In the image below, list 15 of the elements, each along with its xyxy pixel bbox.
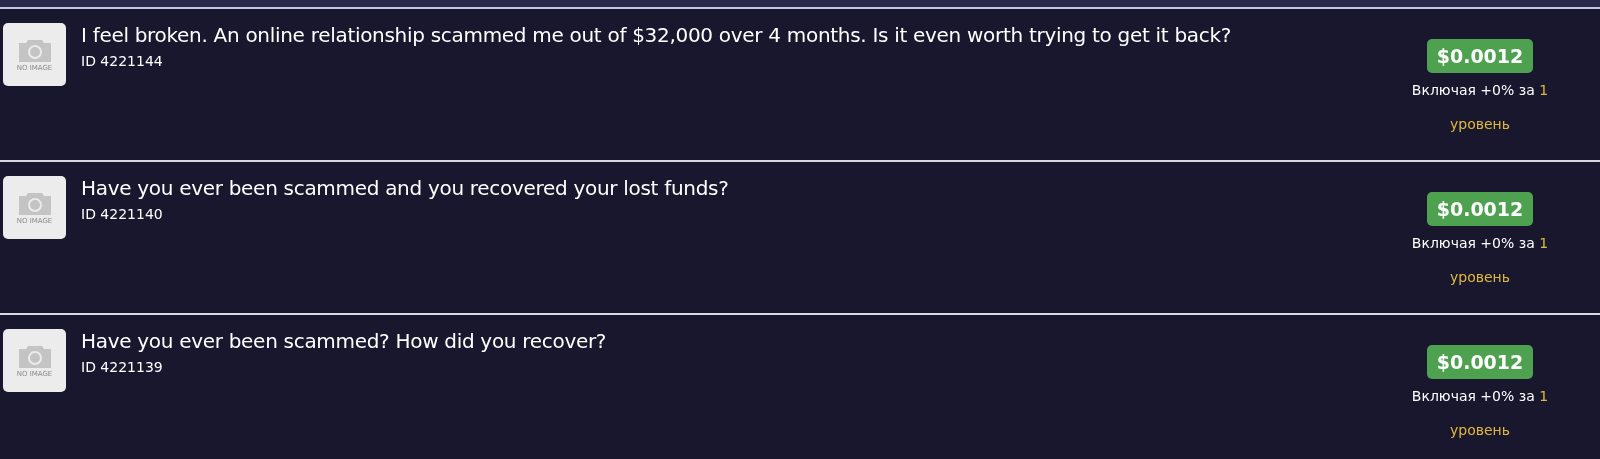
price-badge: $0.0012 bbox=[1426, 345, 1534, 379]
camera-icon bbox=[16, 343, 53, 369]
bonus-note: Включая +0% за 1 уровень bbox=[1410, 81, 1550, 134]
bonus-note: Включая +0% за 1 уровень bbox=[1410, 387, 1550, 440]
price-badge: $0.0012 bbox=[1426, 39, 1534, 73]
task-title[interactable]: Have you ever been scammed and you recovered your lost funds? bbox=[81, 174, 1400, 202]
price-badge: $0.0012 bbox=[1426, 192, 1534, 226]
task-id: ID 4221139 bbox=[81, 358, 164, 377]
camera-icon bbox=[16, 190, 53, 216]
bonus-note: Включая +0% за 1 уровень bbox=[1410, 234, 1550, 287]
task-id: ID 4221140 bbox=[81, 205, 164, 224]
task-title[interactable]: Have you ever been scammed? How did you recover? bbox=[81, 327, 1400, 355]
task-title[interactable]: I feel broken. An online relationship scammed me out of $32,000 over 4 months. Is it even worth trying to get it back? bbox=[81, 21, 1400, 49]
camera-icon bbox=[16, 37, 53, 63]
task-id: ID 4221144 bbox=[81, 52, 164, 71]
